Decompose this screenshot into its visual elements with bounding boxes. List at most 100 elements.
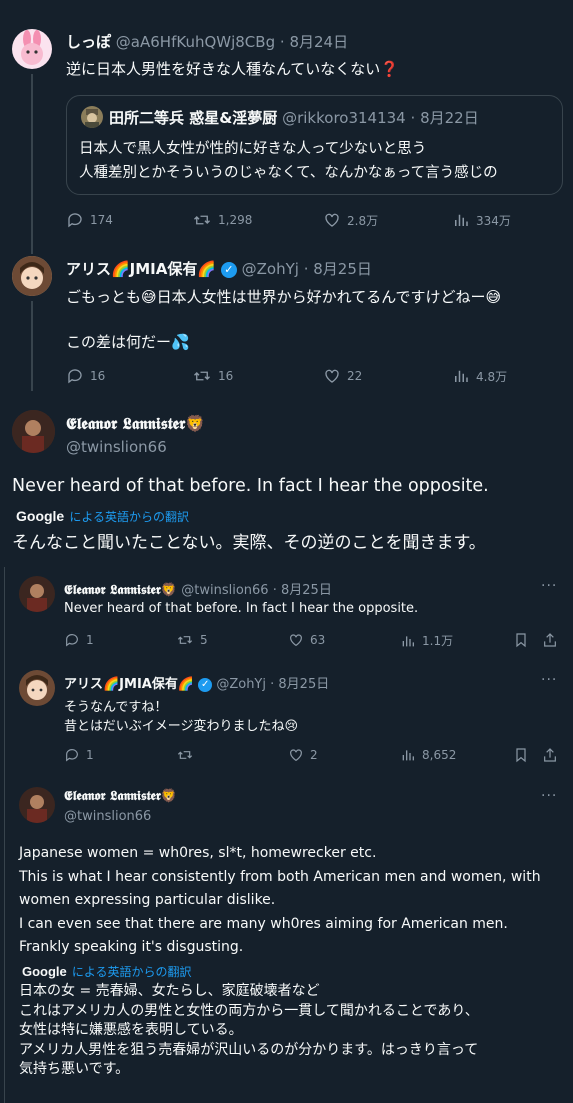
- reply3-jp-line: アメリカ人男性を狙う売春婦が沢山いるのが分かります。はっきり言って: [19, 1041, 479, 1058]
- views-button[interactable]: 334万: [452, 211, 511, 229]
- reply-button[interactable]: 16: [66, 367, 105, 385]
- retweet-icon: [177, 751, 193, 759]
- tweet-text-line-2: この差は何だー💦: [66, 333, 190, 351]
- reply2-header: アリス🌈JMIA保有🌈 ✓ @ZohYj · 8月25日: [64, 677, 330, 692]
- author-handle[interactable]: @ZohYj: [216, 677, 266, 692]
- more-options-icon[interactable]: ···: [541, 788, 557, 804]
- avatar-tadokoro: [81, 106, 103, 128]
- share-button[interactable]: [542, 747, 558, 763]
- reply3-en-line: I can even see that there are many wh0re…: [19, 915, 508, 932]
- views-button[interactable]: 8,652: [400, 747, 456, 763]
- tweet-date[interactable]: 8月24日: [289, 33, 348, 51]
- reply3-en-line: Frankly speaking it's disgusting.: [19, 939, 244, 955]
- heart-icon: [290, 634, 302, 647]
- retweet-button[interactable]: 5: [176, 632, 208, 648]
- views-chart-icon: [455, 370, 468, 382]
- tweet1-header: しっぽ @aA6HfKuhQWj8CBg · 8月24日: [66, 33, 349, 51]
- bookmark-button[interactable]: [513, 747, 529, 763]
- tweet2-header: アリス🌈JMIA保有🌈 ✓ @ZohYj · 8月25日: [66, 260, 372, 278]
- retweet-button[interactable]: 16: [192, 367, 233, 385]
- bookmark-icon: [516, 748, 526, 763]
- reply3-jp-line: 日本の女 = 売春婦、女たらし、家庭破壊者など: [19, 983, 320, 999]
- retweet-count: 5: [200, 633, 208, 647]
- views-button[interactable]: 4.8万: [452, 367, 507, 385]
- rabbit-avatar-icon: [21, 30, 43, 65]
- tweet-date[interactable]: 8月25日: [313, 260, 372, 278]
- tweet-date[interactable]: 8月25日: [281, 583, 332, 598]
- like-button[interactable]: 63: [288, 632, 325, 648]
- quote-author-name: 田所二等兵 惑星&淫夢厨: [109, 109, 278, 127]
- avatar-alice[interactable]: [19, 670, 55, 706]
- quote-header: 田所二等兵 惑星&淫夢厨 @rikkoro314134 · 8月22日: [109, 109, 479, 127]
- reply-icon: [66, 634, 78, 647]
- quote-line-2: 人種差別とかそういうのじゃなくて、なんかなぁって言う感じの: [79, 165, 498, 181]
- main-tweet-text: Never heard of that before. In fact I he…: [12, 476, 489, 496]
- retweet-button[interactable]: 1,298: [192, 211, 252, 229]
- bookmark-button[interactable]: [513, 632, 529, 648]
- tweet-date[interactable]: 8月25日: [278, 677, 329, 692]
- more-options-icon[interactable]: ···: [541, 672, 557, 688]
- translate-link[interactable]: による英語からの翻訳: [69, 510, 189, 524]
- reply-icon: [66, 749, 78, 762]
- main-author-handle[interactable]: @twinslion66: [66, 438, 167, 456]
- quote-author-handle: @rikkoro314134: [282, 109, 406, 127]
- reply-button[interactable]: 174: [66, 211, 113, 229]
- retweet-icon: [177, 636, 193, 644]
- author-name[interactable]: 𝕰𝖑𝖊𝖆𝖓𝖔𝖗 𝕷𝖆𝖓𝖓𝖎𝖘𝖙𝖊𝖗🦁: [64, 583, 177, 598]
- heart-icon: [290, 749, 302, 762]
- soldier-avatar-icon: [85, 109, 99, 128]
- author-name[interactable]: しっぽ: [66, 33, 111, 51]
- heart-icon: [325, 213, 339, 227]
- author-name[interactable]: アリス🌈JMIA保有🌈: [66, 260, 216, 278]
- reply3-en-line: This is what I hear consistently from bo…: [19, 868, 541, 885]
- reply-button[interactable]: 1: [64, 747, 94, 763]
- heart-icon: [325, 369, 339, 383]
- reply3-jp-line: これはアメリカ人の男性と女性の両方から一貫して聞かれることであり、: [19, 1002, 479, 1019]
- reply-icon: [68, 369, 82, 384]
- view-count: 334万: [476, 213, 511, 228]
- author-handle[interactable]: @aA6HfKuhQWj8CBg: [116, 33, 275, 51]
- reply1-header: 𝕰𝖑𝖊𝖆𝖓𝖔𝖗 𝕷𝖆𝖓𝖓𝖎𝖘𝖙𝖊𝖗🦁 @twinslion66 · 8月25日: [64, 583, 332, 598]
- like-count: 2: [310, 748, 318, 762]
- author-handle[interactable]: @ZohYj: [242, 260, 299, 278]
- reply3-en-line: Japanese women = wh0res, sl*t, homewreck…: [19, 845, 377, 861]
- anime-avatar-icon: [12, 256, 52, 296]
- avatar-eleanor[interactable]: [19, 787, 55, 823]
- reply3-author-handle[interactable]: @twinslion66: [64, 809, 151, 824]
- reply3-jp-line: 気持ち悪いです。: [19, 1061, 130, 1077]
- avatar-shippo[interactable]: [12, 29, 52, 69]
- view-count: 4.8万: [476, 369, 508, 384]
- painting-avatar-icon: [19, 576, 55, 612]
- quoted-tweet[interactable]: 田所二等兵 惑星&淫夢厨 @rikkoro314134 · 8月22日 日本人で…: [66, 95, 563, 195]
- reply-icon: [68, 213, 82, 228]
- more-options-icon[interactable]: ···: [541, 578, 557, 594]
- author-name[interactable]: アリス🌈JMIA保有🌈: [64, 677, 194, 692]
- avatar-alice[interactable]: [12, 256, 52, 296]
- view-count: 8,652: [422, 748, 457, 762]
- retweet-icon: [194, 215, 210, 225]
- main-author-name[interactable]: 𝕰𝖑𝖊𝖆𝖓𝖔𝖗 𝕷𝖆𝖓𝖓𝖎𝖘𝖙𝖊𝖗🦁: [66, 414, 205, 434]
- verified-badge-icon: ✓: [220, 261, 237, 278]
- translation-attribution: Google による英語からの翻訳: [16, 506, 189, 525]
- author-handle[interactable]: @twinslion66: [181, 583, 268, 598]
- translation-attribution: Google による英語からの翻訳: [22, 961, 192, 980]
- retweet-button[interactable]: [176, 747, 200, 763]
- translate-link[interactable]: による英語からの翻訳: [72, 965, 192, 979]
- like-count: 2.8万: [347, 213, 379, 228]
- tweet-text: 逆に日本人男性を好きな人種なんていなくない❓: [66, 60, 399, 78]
- quote-date: 8月22日: [420, 109, 479, 127]
- views-button[interactable]: 1.1万: [400, 632, 453, 649]
- share-button[interactable]: [542, 632, 558, 648]
- retweet-icon: [194, 371, 210, 381]
- reply3-english-text: Japanese women = wh0res, sl*t, homewreck…: [19, 842, 541, 960]
- like-button[interactable]: 22: [323, 367, 362, 385]
- reply-text-line-1: そうなんですね！: [64, 700, 168, 715]
- avatar-eleanor[interactable]: [12, 410, 55, 453]
- reply3-author-name[interactable]: 𝕰𝖑𝖊𝖆𝖓𝖔𝖗 𝕷𝖆𝖓𝖓𝖎𝖘𝖙𝖊𝖗🦁: [64, 789, 177, 804]
- like-button[interactable]: 2.8万: [323, 211, 378, 229]
- thread-line: [31, 74, 33, 254]
- avatar-eleanor[interactable]: [19, 576, 55, 612]
- google-logo: Google: [22, 964, 67, 979]
- reply-button[interactable]: 1: [64, 632, 94, 648]
- like-button[interactable]: 2: [288, 747, 318, 763]
